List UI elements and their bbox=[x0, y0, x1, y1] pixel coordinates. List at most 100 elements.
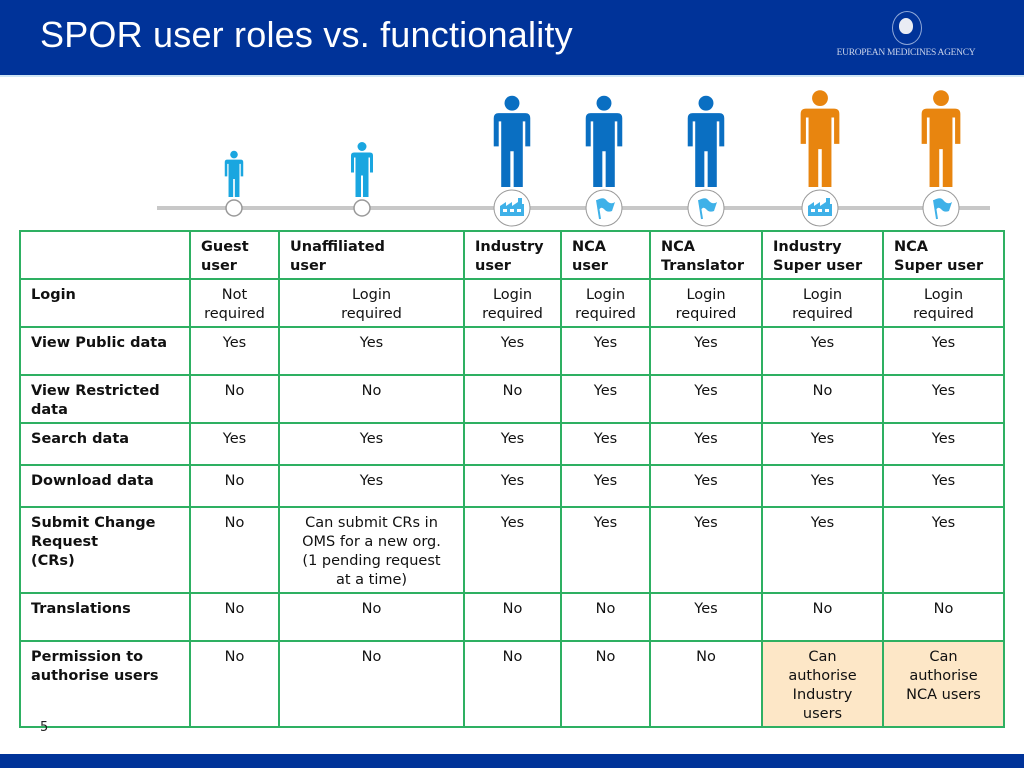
table-cell: No bbox=[649, 640, 763, 728]
factory-window bbox=[517, 209, 521, 212]
cell-text-line: Yes bbox=[500, 473, 525, 489]
cell-text-line: Yes bbox=[500, 335, 525, 351]
person-icon bbox=[351, 142, 373, 197]
table-row: View Restricted data No No No Yes Yes No Yes bbox=[19, 374, 1005, 424]
cell-text-line: Yes bbox=[222, 335, 247, 351]
page-number: 5 bbox=[40, 720, 49, 735]
column-header-line: user bbox=[201, 258, 237, 274]
table-cell: Yes bbox=[761, 422, 884, 466]
table-cell: Yes bbox=[649, 592, 763, 642]
cell-text-line: No bbox=[224, 649, 245, 665]
table-cell: Login required bbox=[278, 278, 465, 328]
cell-text-line: Yes bbox=[222, 431, 247, 447]
row-label-line: View Public data bbox=[31, 335, 168, 351]
header-divider bbox=[0, 75, 1024, 77]
cell-text-line: No bbox=[812, 601, 833, 617]
table-corner-cell bbox=[19, 230, 191, 280]
row-label-line: (CRs) bbox=[31, 553, 75, 569]
column-header-line: user bbox=[572, 258, 608, 274]
cell-text-line: required bbox=[675, 306, 737, 322]
cell-text-line: (1 pending request bbox=[302, 553, 441, 569]
column-header-line: Industry bbox=[475, 239, 544, 255]
cell-text-line: Can bbox=[929, 649, 958, 665]
cell-text-line: Can bbox=[808, 649, 837, 665]
cell-text-line: Can submit CRs in bbox=[305, 515, 438, 531]
row-label-line: Translations bbox=[31, 601, 131, 617]
row-label: View Public data bbox=[19, 326, 191, 376]
table-cell: Yes bbox=[463, 464, 562, 508]
person-icon bbox=[493, 95, 531, 187]
table-row: Submit Change Request (CRs) No Can submit CR… bbox=[19, 506, 1005, 594]
table-cell: Login required bbox=[560, 278, 651, 328]
table-cell: Login required bbox=[882, 278, 1005, 328]
table-cell: Yes bbox=[278, 464, 465, 508]
table-cell: Yes bbox=[560, 422, 651, 466]
column-header: Industry user bbox=[463, 230, 562, 280]
table-cell: Yes bbox=[189, 326, 280, 376]
table-cell: No bbox=[761, 592, 884, 642]
person-icon bbox=[585, 95, 623, 187]
cell-text-line: Yes bbox=[359, 473, 384, 489]
table-cell: Yes bbox=[882, 506, 1005, 594]
cell-text-line: No bbox=[502, 601, 523, 617]
column-header: Unaffiliated user bbox=[278, 230, 465, 280]
column-header-line: NCA bbox=[572, 239, 606, 255]
cell-text-line: Login bbox=[686, 287, 726, 303]
cell-text-line: authorise bbox=[788, 668, 857, 684]
table-cell: Yes bbox=[560, 506, 651, 594]
table-cell: Yes bbox=[463, 422, 562, 466]
cell-text-line: No bbox=[595, 601, 616, 617]
column-header-line: Translator bbox=[661, 258, 744, 274]
cell-text-line: No bbox=[696, 649, 716, 665]
table-cell: Yes bbox=[463, 326, 562, 376]
cell-text-line: Yes bbox=[593, 473, 618, 489]
slide-footer-bar bbox=[0, 754, 1024, 768]
table-cell: No bbox=[189, 640, 280, 728]
row-label-line: View Restricted bbox=[31, 383, 160, 399]
user-figure-nca-translator bbox=[687, 95, 725, 227]
user-figure-nca-super-user bbox=[921, 90, 961, 227]
ema-logo: EUROPEAN MEDICINES AGENCY bbox=[826, 8, 986, 68]
cell-text-line: No bbox=[361, 383, 382, 399]
cell-text-line: Yes bbox=[500, 431, 525, 447]
table-cell: Yes bbox=[882, 422, 1005, 466]
user-figure-industry-super-user bbox=[800, 90, 840, 227]
cell-text-line: Yes bbox=[593, 431, 618, 447]
cell-text-line: Yes bbox=[931, 473, 956, 489]
cell-text-line: Yes bbox=[694, 601, 718, 617]
cell-text-line: required bbox=[792, 306, 853, 322]
table-cell: Login required bbox=[761, 278, 884, 328]
row-label: Download data bbox=[19, 464, 191, 508]
table-cell: Yes bbox=[882, 374, 1005, 424]
factory-window bbox=[818, 209, 822, 212]
table-cell: No bbox=[278, 592, 465, 642]
logo-text: EUROPEAN MEDICINES AGENCY bbox=[836, 48, 976, 58]
table-row: Search data Yes Yes Yes Yes Yes Yes Yes bbox=[19, 422, 1005, 466]
table-row: Login Not required Login required Login requir… bbox=[19, 278, 1005, 328]
column-header-line: NCA bbox=[894, 239, 928, 255]
cell-text-line: OMS for a new org. bbox=[302, 534, 441, 550]
cell-text-line: required bbox=[575, 306, 636, 322]
cell-text-line: No bbox=[595, 649, 616, 665]
table-cell: Yes bbox=[649, 374, 763, 424]
column-header-line: user bbox=[290, 258, 326, 274]
slide-title: SPOR user roles vs. functionality bbox=[40, 14, 573, 55]
table-cell: Yes bbox=[761, 464, 884, 508]
cell-text-line: required bbox=[341, 306, 402, 322]
cell-text-line: Not bbox=[221, 287, 248, 303]
table-cell: Yes bbox=[882, 326, 1005, 376]
cell-text-line: at a time) bbox=[335, 572, 408, 588]
cell-text-line: required bbox=[913, 306, 974, 322]
cell-text-line: required bbox=[482, 306, 543, 322]
cell-text-line: No bbox=[812, 383, 833, 399]
table-cell: No bbox=[560, 640, 651, 728]
column-header: NCA user bbox=[560, 230, 651, 280]
cell-text-line: Yes bbox=[593, 335, 618, 351]
column-header-line: user bbox=[475, 258, 511, 274]
column-header-line: NCA bbox=[661, 239, 695, 255]
column-header-line: Industry bbox=[773, 239, 842, 255]
cell-text-line: No bbox=[224, 515, 245, 531]
cell-text-line: No bbox=[361, 649, 382, 665]
cell-text-line: Yes bbox=[931, 515, 956, 531]
cell-text-line: No bbox=[224, 473, 245, 489]
